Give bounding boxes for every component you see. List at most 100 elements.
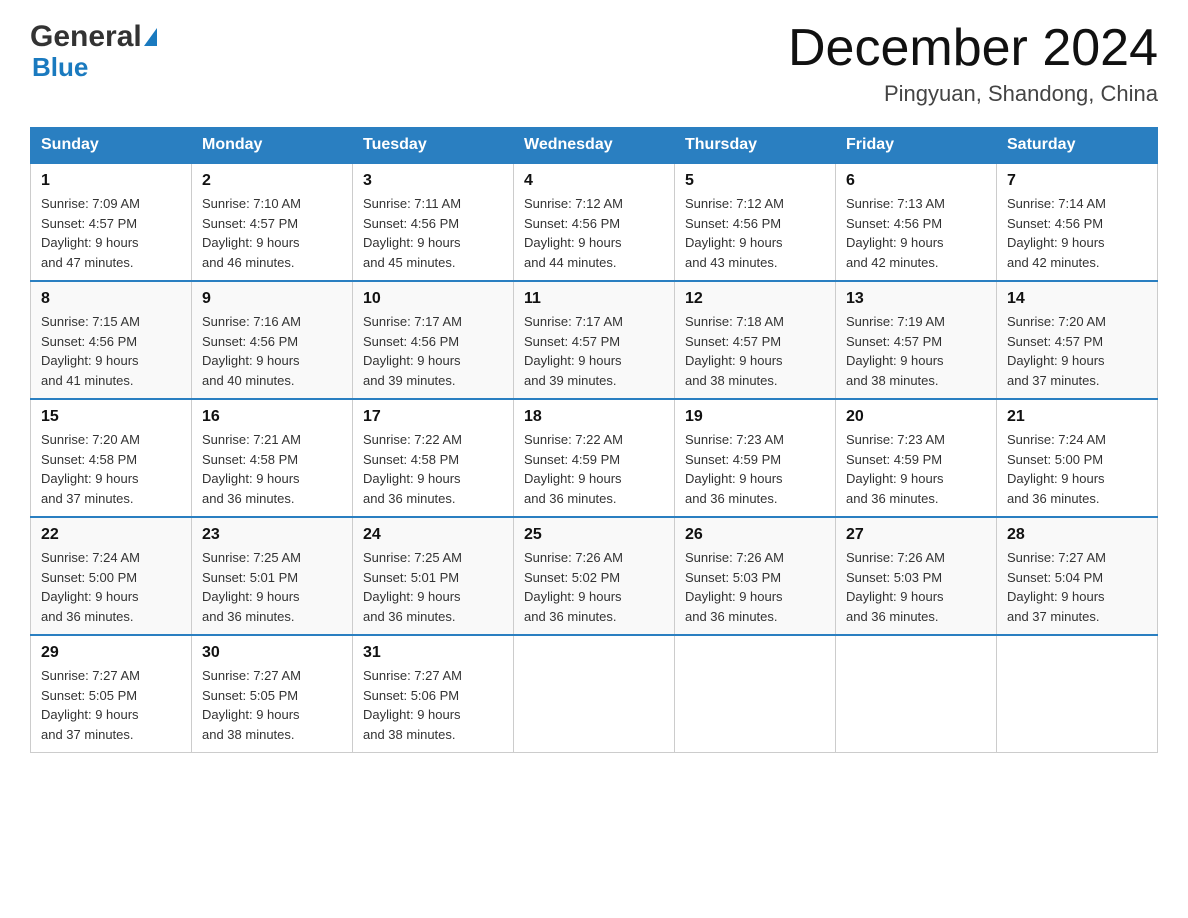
calendar-day-cell: 16 Sunrise: 7:21 AMSunset: 4:58 PMDayligh… [192,399,353,517]
day-number: 9 [202,290,342,308]
calendar-week-row: 29 Sunrise: 7:27 AMSunset: 5:05 PMDayligh… [31,635,1158,753]
calendar-day-cell: 22Sunrise: 7:24 AMSunset: 5:00 PMDayligh… [31,517,192,635]
day-number: 1 [41,172,181,190]
day-number: 23 [202,526,342,544]
day-number: 24 [363,526,503,544]
day-number: 27 [846,526,986,544]
calendar-day-cell: 6 Sunrise: 7:13 AMSunset: 4:56 PMDaylight… [836,163,997,281]
day-info: Sunrise: 7:20 AMSunset: 4:58 PMDaylight:… [41,430,181,508]
calendar-week-row: 1 Sunrise: 7:09 AMSunset: 4:57 PMDaylight… [31,163,1158,281]
day-of-week-header: Saturday [997,128,1158,164]
day-info: Sunrise: 7:12 AMSunset: 4:56 PMDaylight:… [685,194,825,272]
day-number: 19 [685,408,825,426]
day-info: Sunrise: 7:16 AMSunset: 4:56 PMDaylight:… [202,312,342,390]
calendar-day-cell: 5Sunrise: 7:12 AMSunset: 4:56 PMDaylight… [675,163,836,281]
day-number: 28 [1007,526,1147,544]
month-title: December 2024 [788,20,1158,77]
calendar-day-cell: 4 Sunrise: 7:12 AMSunset: 4:56 PMDaylight… [514,163,675,281]
day-info: Sunrise: 7:23 AMSunset: 4:59 PMDaylight:… [846,430,986,508]
logo-blue-text: Blue [30,52,88,83]
day-info: Sunrise: 7:27 AMSunset: 5:04 PMDaylight:… [1007,548,1147,626]
day-number: 4 [524,172,664,190]
calendar-day-cell: 30 Sunrise: 7:27 AMSunset: 5:05 PMDayligh… [192,635,353,753]
calendar-day-cell: 8 Sunrise: 7:15 AMSunset: 4:56 PMDaylight… [31,281,192,399]
day-info: Sunrise: 7:21 AMSunset: 4:58 PMDaylight:… [202,430,342,508]
calendar-day-cell [514,635,675,753]
calendar-day-cell [997,635,1158,753]
calendar-day-cell: 23 Sunrise: 7:25 AMSunset: 5:01 PMDayligh… [192,517,353,635]
calendar-day-cell: 25Sunrise: 7:26 AMSunset: 5:02 PMDayligh… [514,517,675,635]
location-subtitle: Pingyuan, Shandong, China [788,81,1158,107]
day-number: 10 [363,290,503,308]
day-number: 8 [41,290,181,308]
calendar-day-cell: 1 Sunrise: 7:09 AMSunset: 4:57 PMDaylight… [31,163,192,281]
day-info: Sunrise: 7:19 AMSunset: 4:57 PMDaylight:… [846,312,986,390]
day-info: Sunrise: 7:26 AMSunset: 5:03 PMDaylight:… [685,548,825,626]
day-number: 20 [846,408,986,426]
day-number: 11 [524,290,664,308]
calendar-day-cell: 11 Sunrise: 7:17 AMSunset: 4:57 PMDayligh… [514,281,675,399]
calendar-day-cell: 14Sunrise: 7:20 AMSunset: 4:57 PMDayligh… [997,281,1158,399]
day-info: Sunrise: 7:27 AMSunset: 5:06 PMDaylight:… [363,666,503,744]
logo-general-text: General [30,20,142,54]
calendar-day-cell: 13Sunrise: 7:19 AMSunset: 4:57 PMDayligh… [836,281,997,399]
day-info: Sunrise: 7:27 AMSunset: 5:05 PMDaylight:… [202,666,342,744]
calendar-day-cell: 20 Sunrise: 7:23 AMSunset: 4:59 PMDayligh… [836,399,997,517]
day-info: Sunrise: 7:25 AMSunset: 5:01 PMDaylight:… [202,548,342,626]
page-header: General Blue December 2024 Pingyuan, Sha… [30,20,1158,107]
day-info: Sunrise: 7:26 AMSunset: 5:03 PMDaylight:… [846,548,986,626]
day-info: Sunrise: 7:11 AMSunset: 4:56 PMDaylight:… [363,194,503,272]
day-number: 3 [363,172,503,190]
day-of-week-header: Friday [836,128,997,164]
day-number: 7 [1007,172,1147,190]
calendar-day-cell: 24 Sunrise: 7:25 AMSunset: 5:01 PMDayligh… [353,517,514,635]
day-number: 16 [202,408,342,426]
day-info: Sunrise: 7:12 AMSunset: 4:56 PMDaylight:… [524,194,664,272]
calendar-day-cell: 3 Sunrise: 7:11 AMSunset: 4:56 PMDaylight… [353,163,514,281]
calendar-week-row: 8 Sunrise: 7:15 AMSunset: 4:56 PMDaylight… [31,281,1158,399]
day-number: 12 [685,290,825,308]
day-number: 21 [1007,408,1147,426]
day-of-week-header: Thursday [675,128,836,164]
day-info: Sunrise: 7:27 AMSunset: 5:05 PMDaylight:… [41,666,181,744]
day-info: Sunrise: 7:23 AMSunset: 4:59 PMDaylight:… [685,430,825,508]
calendar-day-cell [836,635,997,753]
day-number: 2 [202,172,342,190]
day-info: Sunrise: 7:14 AMSunset: 4:56 PMDaylight:… [1007,194,1147,272]
calendar-day-cell: 10 Sunrise: 7:17 AMSunset: 4:56 PMDayligh… [353,281,514,399]
calendar-day-cell [675,635,836,753]
calendar-day-cell: 17Sunrise: 7:22 AMSunset: 4:58 PMDayligh… [353,399,514,517]
day-info: Sunrise: 7:20 AMSunset: 4:57 PMDaylight:… [1007,312,1147,390]
day-number: 18 [524,408,664,426]
calendar-day-cell: 27 Sunrise: 7:26 AMSunset: 5:03 PMDayligh… [836,517,997,635]
calendar-day-cell: 9 Sunrise: 7:16 AMSunset: 4:56 PMDaylight… [192,281,353,399]
day-info: Sunrise: 7:10 AMSunset: 4:57 PMDaylight:… [202,194,342,272]
day-number: 26 [685,526,825,544]
day-number: 17 [363,408,503,426]
calendar-day-cell: 21 Sunrise: 7:24 AMSunset: 5:00 PMDayligh… [997,399,1158,517]
day-info: Sunrise: 7:17 AMSunset: 4:57 PMDaylight:… [524,312,664,390]
day-of-week-header: Tuesday [353,128,514,164]
calendar-table: SundayMondayTuesdayWednesdayThursdayFrid… [30,127,1158,753]
day-info: Sunrise: 7:09 AMSunset: 4:57 PMDaylight:… [41,194,181,272]
calendar-day-cell: 29 Sunrise: 7:27 AMSunset: 5:05 PMDayligh… [31,635,192,753]
day-info: Sunrise: 7:15 AMSunset: 4:56 PMDaylight:… [41,312,181,390]
day-info: Sunrise: 7:24 AMSunset: 5:00 PMDaylight:… [1007,430,1147,508]
day-of-week-header: Sunday [31,128,192,164]
calendar-day-cell: 12 Sunrise: 7:18 AMSunset: 4:57 PMDayligh… [675,281,836,399]
day-number: 29 [41,644,181,662]
calendar-day-cell: 26 Sunrise: 7:26 AMSunset: 5:03 PMDayligh… [675,517,836,635]
calendar-day-cell: 31 Sunrise: 7:27 AMSunset: 5:06 PMDayligh… [353,635,514,753]
day-number: 31 [363,644,503,662]
day-number: 6 [846,172,986,190]
calendar-day-cell: 7 Sunrise: 7:14 AMSunset: 4:56 PMDaylight… [997,163,1158,281]
day-info: Sunrise: 7:18 AMSunset: 4:57 PMDaylight:… [685,312,825,390]
calendar-week-row: 22Sunrise: 7:24 AMSunset: 5:00 PMDayligh… [31,517,1158,635]
calendar-day-cell: 18Sunrise: 7:22 AMSunset: 4:59 PMDayligh… [514,399,675,517]
day-info: Sunrise: 7:25 AMSunset: 5:01 PMDaylight:… [363,548,503,626]
calendar-header-row: SundayMondayTuesdayWednesdayThursdayFrid… [31,128,1158,164]
day-info: Sunrise: 7:13 AMSunset: 4:56 PMDaylight:… [846,194,986,272]
day-info: Sunrise: 7:17 AMSunset: 4:56 PMDaylight:… [363,312,503,390]
day-number: 30 [202,644,342,662]
day-number: 22 [41,526,181,544]
